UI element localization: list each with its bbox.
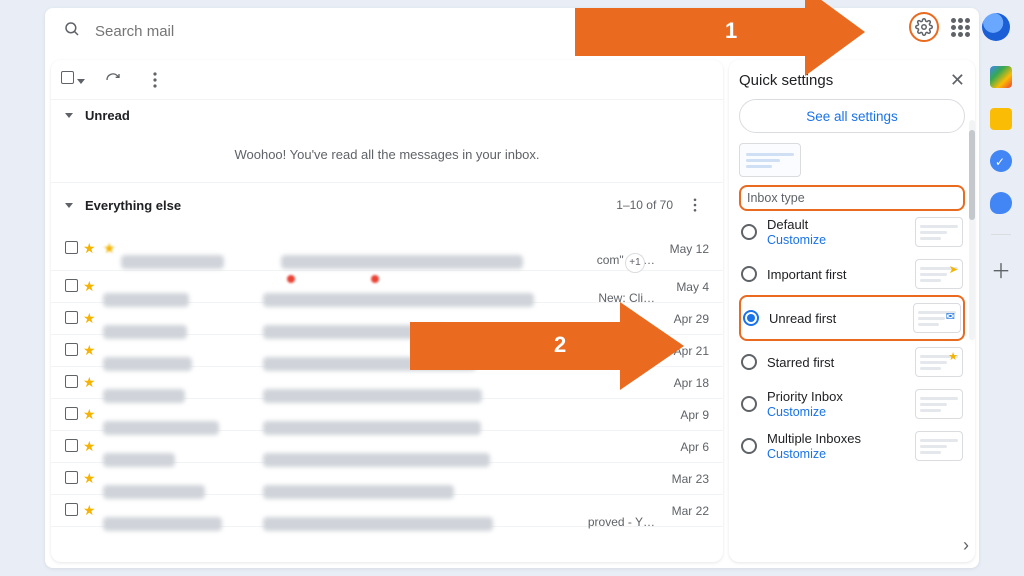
option-label: Multiple InboxesCustomize: [767, 431, 905, 461]
inbox-type-option-important-first[interactable]: Important first ➤: [739, 253, 965, 295]
customize-link[interactable]: Customize: [767, 405, 905, 419]
row-date: Mar 22: [655, 504, 709, 518]
table-row[interactable]: ★proved - Y…Mar 22: [51, 495, 723, 527]
radio-icon[interactable]: [741, 266, 757, 282]
table-row[interactable]: ★ Apr 29: [51, 303, 723, 335]
search-input[interactable]: [95, 23, 961, 40]
more-icon[interactable]: [141, 66, 169, 94]
section-unread[interactable]: Unread: [51, 100, 723, 131]
row-checkbox[interactable]: [65, 439, 83, 455]
row-checkbox[interactable]: [65, 471, 83, 487]
inbox-pane: Unread Woohoo! You've read all the messa…: [51, 60, 723, 562]
inbox-type-option-starred-first[interactable]: Starred first ★: [739, 341, 965, 383]
inbox-type-option-default[interactable]: DefaultCustomize: [739, 211, 965, 253]
table-row[interactable]: ★ Mar 23: [51, 463, 723, 495]
inbox-type-label: Inbox type: [739, 185, 965, 211]
radio-icon[interactable]: [741, 354, 757, 370]
search-icon: [63, 20, 81, 43]
keep-icon[interactable]: [990, 108, 1012, 130]
row-checkbox[interactable]: [65, 343, 83, 359]
star-icon[interactable]: ★: [83, 310, 103, 327]
inbox-type-option-multiple-inboxes[interactable]: Multiple InboxesCustomize: [739, 425, 965, 467]
inbox-type-option-priority-inbox[interactable]: Priority InboxCustomize: [739, 383, 965, 425]
select-all-checkbox[interactable]: [61, 71, 85, 89]
contacts-icon[interactable]: [990, 192, 1012, 214]
option-label: DefaultCustomize: [767, 217, 905, 247]
star-icon[interactable]: ★: [83, 374, 103, 391]
row-date: Apr 9: [655, 408, 709, 422]
section-title: Everything else: [85, 198, 616, 213]
row-checkbox[interactable]: [65, 407, 83, 423]
tasks-icon[interactable]: ✓: [990, 150, 1012, 172]
table-row[interactable]: ★ Apr 21: [51, 335, 723, 367]
customize-link[interactable]: Customize: [767, 447, 905, 461]
option-label: Unread first: [769, 311, 903, 326]
row-checkbox[interactable]: [65, 503, 83, 519]
gear-icon[interactable]: [909, 12, 939, 42]
side-panel-rail: ✓ ＋: [986, 66, 1016, 284]
option-label: Starred first: [767, 355, 905, 370]
row-checkbox[interactable]: [65, 241, 83, 257]
apps-icon[interactable]: [951, 18, 970, 37]
row-checkbox[interactable]: [65, 279, 83, 295]
settings-scrollbar[interactable]: [969, 120, 975, 340]
section-more-icon[interactable]: [681, 191, 709, 219]
rail-divider: [991, 234, 1011, 235]
star-icon[interactable]: ★: [83, 342, 103, 359]
row-date: May 12: [655, 242, 709, 256]
calendar-icon[interactable]: [990, 66, 1012, 88]
chevron-down-icon: [65, 203, 73, 208]
option-thumbnail: [915, 389, 963, 419]
customize-link[interactable]: Customize: [767, 233, 905, 247]
option-label: Priority InboxCustomize: [767, 389, 905, 419]
add-icon[interactable]: ＋: [991, 255, 1011, 284]
inbox-type-option-unread-first[interactable]: Unread first ✉: [739, 295, 965, 341]
row-checkbox[interactable]: [65, 311, 83, 327]
avatar[interactable]: [982, 13, 1010, 41]
unread-empty-message: Woohoo! You've read all the messages in …: [51, 131, 723, 183]
option-label: Important first: [767, 267, 905, 282]
row-checkbox[interactable]: [65, 375, 83, 391]
row-date: Mar 23: [655, 472, 709, 486]
close-icon[interactable]: ✕: [950, 70, 965, 91]
section-title: Unread: [85, 108, 709, 123]
option-thumbnail: ➤: [915, 259, 963, 289]
row-date: May 4: [655, 280, 709, 294]
see-all-settings-button[interactable]: See all settings: [739, 99, 965, 133]
table-row[interactable]: ★ Apr 6: [51, 431, 723, 463]
radio-icon[interactable]: [743, 310, 759, 326]
row-date: Apr 18: [655, 376, 709, 390]
section-everything-else[interactable]: Everything else 1–10 of 70: [51, 183, 723, 227]
row-date: Apr 21: [655, 344, 709, 358]
option-thumbnail: [915, 431, 963, 461]
table-row[interactable]: ★ Apr 9: [51, 399, 723, 431]
star-icon[interactable]: ★: [83, 502, 103, 519]
section-count: 1–10 of 70: [616, 198, 673, 212]
star-icon[interactable]: ★: [83, 278, 103, 295]
star-icon[interactable]: ★: [83, 470, 103, 487]
chevron-right-icon[interactable]: ›: [963, 535, 969, 556]
quick-settings-panel: Quick settings ✕ See all settings Inbox …: [729, 60, 975, 562]
quick-settings-title: Quick settings: [739, 72, 950, 89]
radio-icon[interactable]: [741, 438, 757, 454]
refresh-icon[interactable]: [99, 66, 127, 94]
table-row[interactable]: ★★com" - H…+1May 12: [51, 227, 723, 271]
option-thumbnail: [915, 217, 963, 247]
star-icon[interactable]: ★: [83, 406, 103, 423]
radio-icon[interactable]: [741, 224, 757, 240]
star-icon[interactable]: ★: [83, 240, 103, 257]
table-row[interactable]: ★New: Cli…May 4: [51, 271, 723, 303]
star-icon[interactable]: ★: [83, 438, 103, 455]
option-thumbnail: ✉: [913, 303, 961, 333]
chevron-down-icon: [65, 113, 73, 118]
density-thumbnail: [739, 143, 801, 177]
radio-icon[interactable]: [741, 396, 757, 412]
table-row[interactable]: ★ Apr 18: [51, 367, 723, 399]
row-date: Apr 6: [655, 440, 709, 454]
option-thumbnail: ★: [915, 347, 963, 377]
row-date: Apr 29: [655, 312, 709, 326]
